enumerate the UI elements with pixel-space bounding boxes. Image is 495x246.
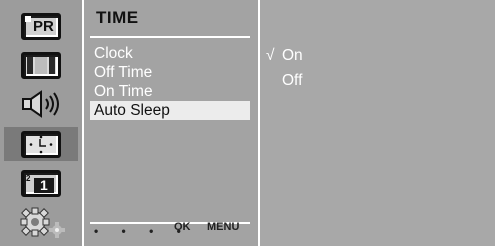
menu-icon-column: PR 2 1 <box>0 0 82 246</box>
option-off-label: Off <box>282 72 303 89</box>
time-icon <box>21 130 61 158</box>
picture-icon-label: PR <box>33 17 54 35</box>
title-divider <box>90 36 250 38</box>
menu-list: Clock Off Time On Time Auto Sleep <box>84 44 258 120</box>
option-on-label: On <box>282 47 303 64</box>
ok-hint: OK <box>174 221 191 233</box>
sound-menu-button[interactable] <box>4 87 78 121</box>
screen-menu-button[interactable] <box>4 48 78 82</box>
option-icon-label: 1 <box>40 176 48 193</box>
picture-menu-button[interactable]: PR <box>4 9 78 43</box>
time-menu-button[interactable] <box>4 127 78 161</box>
option-menu-button[interactable]: 2 1 <box>4 166 78 200</box>
settings-icon <box>20 207 65 238</box>
menu-footer: • • • • OK MENU <box>84 220 258 238</box>
picture-icon: PR <box>21 12 61 40</box>
menu-item-clock[interactable]: Clock <box>84 44 258 63</box>
menu-item-on-time[interactable]: On Time <box>84 82 258 101</box>
menu-item-off-time[interactable]: Off Time <box>84 63 258 82</box>
options-panel: √ On Off <box>260 0 495 246</box>
sound-icon <box>22 90 59 118</box>
settings-menu-button[interactable] <box>4 206 78 240</box>
menu-item-auto-sleep[interactable]: Auto Sleep <box>90 101 250 120</box>
screen-icon <box>21 51 61 79</box>
time-menu-panel: TIME Clock Off Time On Time Auto Sleep •… <box>84 0 258 246</box>
osd-menu: PR 2 1 TIME Clock Off Time On Time Auto … <box>0 0 495 246</box>
option-icon: 2 1 <box>21 169 61 197</box>
option-off[interactable]: Off <box>266 71 302 91</box>
check-mark-icon: √ <box>266 47 275 64</box>
option-on[interactable]: √ On <box>266 46 303 66</box>
menu-hint: MENU <box>207 221 240 233</box>
menu-title: TIME <box>96 8 139 27</box>
